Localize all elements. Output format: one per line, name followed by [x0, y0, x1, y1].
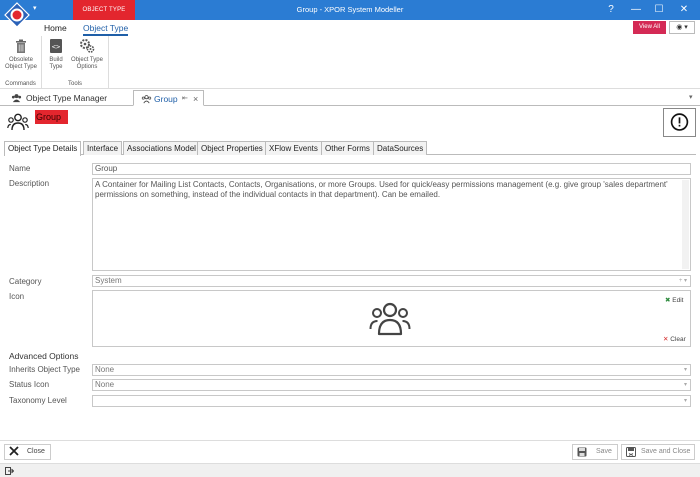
- close-tab-icon[interactable]: ×: [193, 91, 198, 107]
- tab-object-properties[interactable]: Object Properties: [197, 141, 267, 155]
- category-label: Category: [9, 277, 42, 286]
- maximize-button[interactable]: ☐: [648, 0, 670, 20]
- ribbon: Obsolete Object Type Commands <> Build T…: [0, 36, 700, 89]
- ribbon-group-tools: <> Build Type Object Type Options Tools: [42, 36, 109, 89]
- ribbon-tab-home[interactable]: Home: [44, 23, 67, 33]
- ribbon-tab-strip: Home Object Type: [0, 20, 700, 36]
- build-type-button[interactable]: <> Build Type: [45, 38, 67, 71]
- advanced-options-header: Advanced Options: [9, 351, 79, 361]
- tab-overflow-icon[interactable]: ▾: [689, 90, 693, 106]
- chevron-down-icon: + ▾: [678, 278, 687, 284]
- tab-group[interactable]: Group ⇤ ×: [133, 90, 204, 106]
- ribbon-tab-object-type[interactable]: Object Type: [83, 23, 129, 36]
- ribbon-group-label: Tools: [67, 81, 82, 87]
- description-label: Description: [9, 179, 50, 188]
- name-label: Name: [9, 164, 31, 173]
- taxonomy-level-label: Taxonomy Level: [9, 396, 67, 405]
- tab-xflow-events[interactable]: XFlow Events: [265, 141, 322, 155]
- ribbon-group-commands: Obsolete Object Type Commands: [0, 36, 42, 89]
- name-field[interactable]: Group: [92, 163, 691, 175]
- users-icon: [369, 302, 411, 336]
- floppy-disk-icon: [577, 447, 587, 457]
- taxonomy-level-dropdown[interactable]: ▾: [92, 395, 691, 407]
- inherits-object-type-dropdown[interactable]: None ▾: [92, 364, 691, 376]
- close-button[interactable]: Close: [4, 444, 51, 460]
- chevron-down-icon: ▾: [683, 382, 687, 388]
- icon-label: Icon: [9, 292, 25, 301]
- tab-object-type-details[interactable]: Object Type Details: [4, 141, 82, 156]
- gears-icon: [80, 39, 95, 53]
- minimize-button[interactable]: —: [625, 0, 647, 20]
- page-title: Group: [35, 110, 68, 124]
- clear-x-icon: ✕: [663, 336, 669, 343]
- tab-associations-model[interactable]: Associations Model: [123, 141, 200, 155]
- tab-other-forms[interactable]: Other Forms: [321, 141, 374, 155]
- title-bar: ▾ OBJECT TYPE Group - XPOR System Modell…: [0, 0, 700, 20]
- status-bar: [0, 463, 700, 477]
- status-icon-label: Status Icon: [9, 380, 50, 389]
- chevron-down-icon: ▾: [683, 398, 687, 404]
- exclamation-circle-icon: [670, 113, 689, 131]
- help-button[interactable]: ?: [600, 0, 622, 20]
- save-button[interactable]: Save: [572, 444, 618, 460]
- object-type-icon: [7, 113, 29, 131]
- close-window-button[interactable]: ✕: [673, 0, 695, 20]
- edit-icon-button[interactable]: ✖ Edit: [665, 296, 683, 304]
- inherits-object-type-label: Inherits Object Type: [9, 365, 80, 374]
- ribbon-group-label: Commands: [5, 81, 36, 87]
- status-icon-dropdown[interactable]: None ▾: [92, 379, 691, 391]
- tab-datasources[interactable]: DataSources: [373, 141, 428, 155]
- clear-icon-button[interactable]: ✕ Clear: [663, 335, 686, 343]
- trash-icon: [16, 39, 26, 53]
- window-title: Group - XPOR System Modeller: [296, 5, 404, 14]
- users-icon: [141, 95, 152, 104]
- excel-edit-icon: ✖: [665, 297, 671, 304]
- app-logo-icon[interactable]: [4, 2, 30, 28]
- description-field[interactable]: A Container for Mailing List Contacts, C…: [92, 178, 691, 271]
- save-and-close-button[interactable]: Save and Close: [621, 444, 695, 460]
- object-type-options-button[interactable]: Object Type Options: [68, 38, 106, 71]
- icon-preview-box: ✖ Edit ✕ Clear: [92, 290, 691, 347]
- visibility-dropdown[interactable]: ◉ ▾: [669, 21, 695, 34]
- object-type-tab-strip: Object Type Details Interface Associatio…: [4, 141, 696, 156]
- save-close-icon: [626, 447, 636, 457]
- eye-icon: ◉ ▾: [676, 24, 688, 31]
- description-scrollbar[interactable]: [682, 180, 689, 269]
- obsolete-object-type-button[interactable]: Obsolete Object Type: [2, 38, 40, 71]
- user-group-icon: [11, 94, 22, 103]
- logout-icon[interactable]: [5, 467, 14, 475]
- tab-object-type-manager[interactable]: Object Type Manager: [4, 90, 131, 106]
- validation-info-button[interactable]: [663, 108, 696, 137]
- code-file-icon: <>: [50, 39, 62, 53]
- footer-bar: Close Save Save and Close: [0, 440, 700, 463]
- chevron-down-icon: ▾: [683, 367, 687, 373]
- category-dropdown[interactable]: System + ▾: [92, 275, 691, 287]
- view-all-button[interactable]: View All: [633, 21, 666, 34]
- close-x-icon: [9, 446, 19, 456]
- document-tab-strip: Object Type Manager Group ⇤ × ▾: [0, 90, 700, 106]
- tab-interface[interactable]: Interface: [83, 141, 123, 155]
- pin-tab-icon[interactable]: ⇤: [182, 91, 188, 107]
- svg-text:<>: <>: [52, 43, 60, 51]
